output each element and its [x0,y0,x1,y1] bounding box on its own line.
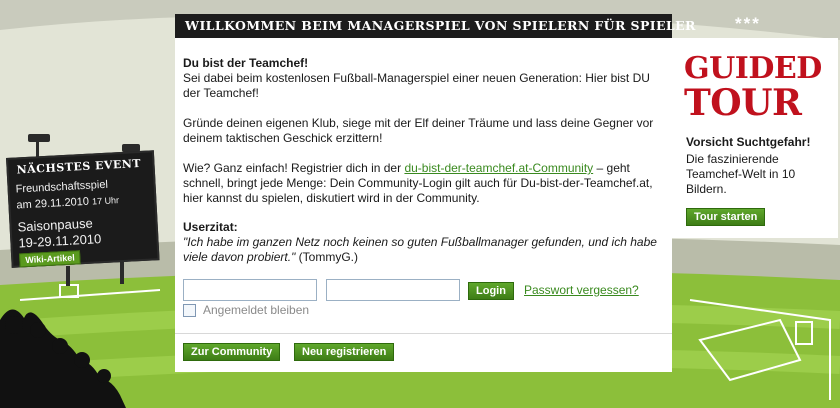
stars-decoration: *** [735,14,761,33]
remember-label: Angemeldet bleiben [203,303,310,317]
event1-name: Freundschaftsspiel [15,178,109,196]
forgot-password-link[interactable]: Passwort vergessen? [524,283,639,297]
welcome-panel: WILLKOMMEN BEIM MANAGERSPIEL VON SPIELER… [175,14,695,372]
login-button[interactable]: Login [468,282,514,300]
intro-p3-before: Wie? Ganz einfach! Registrier dich in de… [183,161,405,175]
tour-description: Die faszinierende Teamchef-Welt in 10 Bi… [686,152,796,196]
divider [175,333,672,334]
register-button[interactable]: Neu registrieren [294,343,395,361]
community-link[interactable]: du-bist-der-teamchef.at-Community [404,161,593,175]
tour-title-line2: TOUR [684,82,802,124]
tour-title-line1: GUIDED [684,51,822,86]
intro-paragraph-1: Sei dabei beim kostenlosen Fußball-Manag… [183,71,650,100]
remember-checkbox[interactable] [183,304,196,317]
community-button[interactable]: Zur Community [183,343,281,361]
tour-start-button[interactable]: Tour starten [686,208,766,226]
password-input[interactable] [326,279,460,301]
event1-datetime: am 29.11.2010 17 Uhr [16,194,119,211]
intro-paragraph-3: Wie? Ganz einfach! Registrier dich in de… [183,161,663,206]
intro-heading: Du bist der Teamchef! [183,56,309,70]
page-title: WILLKOMMEN BEIM MANAGERSPIEL VON SPIELER… [175,14,695,38]
event1-date: am 29.11.2010 [16,195,90,212]
guided-tour-box: GUIDED TOUR Vorsicht Suchtgefahr! Die fa… [672,38,838,238]
quote-heading: Userzitat: [183,220,238,234]
tour-subtitle: Vorsicht Suchtgefahr! [686,135,811,149]
username-input[interactable] [183,279,317,301]
event1-time: 17 Uhr [91,195,120,207]
intro-paragraph-2: Gründe deinen eigenen Klub, siege mit de… [183,116,654,145]
quote-text: "Ich habe im ganzen Netz noch keinen so … [183,235,657,264]
event2-dates: 19-29.11.2010 [18,231,102,251]
quote-author: (TommyG.) [295,250,358,264]
next-event-board: NÄCHSTES EVENT Freundschaftsspiel am 29.… [6,150,160,268]
next-event-heading: NÄCHSTES EVENT [16,156,142,177]
user-quote: "Ich habe im ganzen Netz noch keinen so … [183,235,663,265]
